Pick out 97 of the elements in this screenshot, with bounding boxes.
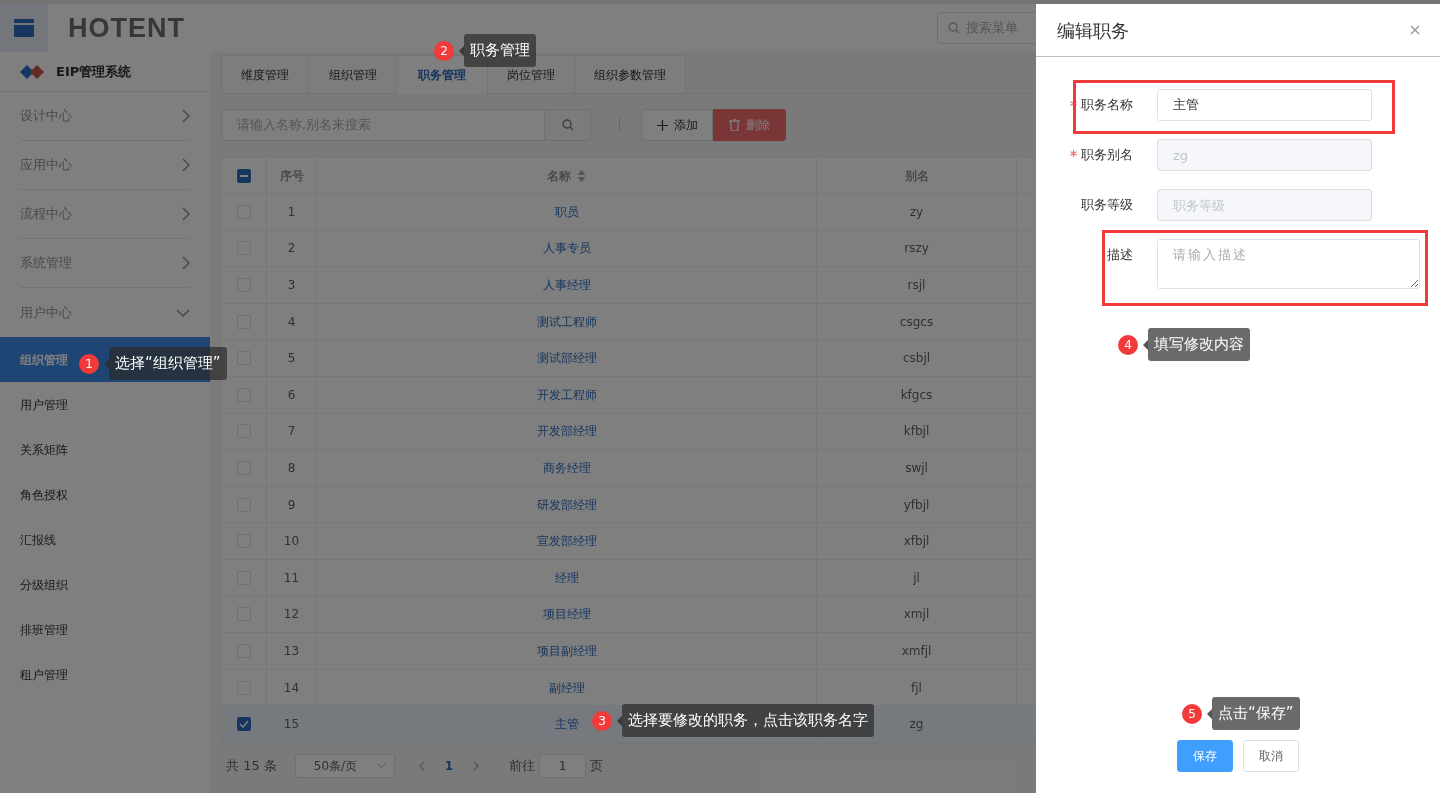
callout-tooltip: 填写修改内容 — [1148, 328, 1250, 361]
table-cell-text: 13 — [283, 642, 300, 660]
name-link[interactable]: 研发部经理 — [536, 495, 597, 514]
chevron-right-icon[interactable] — [473, 760, 480, 771]
page-number[interactable]: 1 — [444, 756, 454, 775]
name-link[interactable]: 宣发部经理 — [536, 532, 597, 551]
goto-label: 前往 — [509, 757, 536, 776]
name-link[interactable]: 项目经理 — [542, 605, 591, 624]
table-cell-text: 2 — [287, 240, 296, 258]
field-label: 职务别名 — [1036, 139, 1145, 171]
name-link[interactable]: 测试工程师 — [536, 312, 597, 331]
table-cell-text: 11 — [283, 569, 300, 587]
table-cell-text: xmfjl — [901, 642, 932, 660]
table-cell-text: csgcs — [899, 313, 934, 331]
tab[interactable]: 维度管理 — [221, 55, 309, 94]
sidebar-submenu-item[interactable]: 分级组织 — [0, 562, 210, 607]
sort-icon[interactable] — [577, 169, 586, 182]
save-button[interactable]: 保存 — [1177, 740, 1233, 772]
name-link[interactable]: 商务经理 — [542, 458, 591, 477]
field-label: 职务等级 — [1080, 196, 1134, 214]
checkbox[interactable] — [237, 168, 251, 183]
name-link[interactable]: 开发部经理 — [536, 422, 597, 441]
table-cell-text: rszy — [904, 240, 929, 258]
sidebar-submenu-item[interactable]: 用户管理 — [0, 382, 210, 427]
page-size-select[interactable]: 50条/页 — [294, 753, 395, 778]
chevron-right-icon — [182, 207, 190, 221]
plus-icon — [656, 119, 668, 131]
table-cell-text: yfbjl — [903, 496, 930, 514]
table-cell-text: 3 — [287, 277, 296, 294]
system-title: EIP管理系统 — [56, 62, 132, 81]
sidebar-submenu-item[interactable]: 汇报线 — [0, 517, 210, 562]
field-label: 描述 — [1106, 246, 1134, 264]
chevron-down-icon — [376, 763, 386, 769]
checkbox[interactable] — [237, 717, 251, 732]
table-cell-text: 8 — [287, 459, 296, 477]
table-cell-text: rsjl — [907, 277, 926, 294]
add-button[interactable]: 添加 — [641, 109, 713, 141]
table-cell-text: 4 — [287, 313, 296, 331]
chevron-right-icon — [182, 256, 190, 270]
chevron-right-icon — [182, 158, 190, 172]
table-cell-text: swjl — [905, 459, 928, 477]
chevron-right-icon — [182, 109, 190, 123]
name-link[interactable]: 人事专员 — [542, 239, 591, 258]
name-link[interactable]: 开发工程师 — [536, 385, 597, 404]
table-cell-text: kfbjl — [903, 423, 930, 441]
close-icon[interactable] — [1410, 25, 1420, 35]
chevron-left-icon[interactable] — [418, 760, 425, 771]
table-cell-text: 12 — [283, 606, 300, 624]
search-icon — [948, 22, 960, 34]
chevron-down-icon — [176, 308, 190, 317]
trash-icon — [729, 119, 740, 131]
name-link[interactable]: 人事经理 — [542, 276, 591, 294]
search-icon — [561, 119, 574, 131]
diamond-logo-icon — [20, 64, 44, 79]
menu-icon — [13, 18, 35, 38]
table-cell-text: csbjl — [902, 350, 931, 368]
page-input[interactable]: 1 — [539, 753, 587, 778]
delete-button[interactable]: 删除 — [713, 109, 786, 141]
total-count: 共 15 条 — [226, 757, 277, 776]
callout-tooltip: 选择“组织管理” — [109, 347, 227, 380]
table-cell-text: 6 — [287, 386, 296, 404]
table-cell-text: xfbjl — [903, 533, 930, 551]
callout-tooltip: 点击“保存” — [1212, 697, 1300, 730]
table-cell-text: 10 — [283, 533, 300, 551]
sidebar-submenu-item[interactable]: 角色授权 — [0, 472, 210, 517]
sidebar-submenu-item[interactable]: 排班管理 — [0, 607, 210, 652]
name-link[interactable]: 主管 — [554, 715, 579, 734]
table-cell-text: fjl — [911, 679, 922, 697]
table-cell-text: 14 — [283, 679, 300, 697]
table-cell-text: jl — [913, 569, 920, 587]
name-link[interactable]: 经理 — [554, 568, 579, 587]
table-cell-text: 5 — [287, 350, 296, 368]
description-field[interactable]: 请输入描述 — [1157, 239, 1420, 289]
cancel-button[interactable]: 取消 — [1243, 740, 1299, 772]
tab[interactable]: 组织参数管理 — [574, 55, 686, 94]
callout-tooltip: 选择要修改的职务，点击该职务名字 — [622, 704, 874, 737]
name-link[interactable]: 项目副经理 — [536, 641, 597, 660]
page-suffix: 页 — [590, 757, 604, 776]
table-cell-text: 9 — [287, 496, 296, 514]
name-link[interactable]: 测试部经理 — [536, 349, 597, 368]
table-cell-text: xmjl — [903, 606, 930, 624]
table-cell-text: zg — [909, 716, 924, 734]
callout-tooltip: 职务管理 — [464, 34, 536, 67]
table-cell-text: 1 — [287, 203, 296, 221]
sidebar-submenu-item[interactable]: 关系矩阵 — [0, 427, 210, 472]
field-label: 职务名称 — [1036, 89, 1145, 121]
menu-button[interactable] — [0, 4, 48, 52]
table-cell-text: 7 — [287, 423, 296, 441]
logo: HOTENT — [68, 11, 185, 45]
table-cell-text: 15 — [283, 716, 300, 734]
name-link[interactable]: 副经理 — [548, 678, 585, 697]
sidebar-submenu-item[interactable]: 租户管理 — [0, 652, 210, 697]
search-button[interactable] — [545, 109, 591, 141]
table-cell-text: zy — [909, 203, 924, 221]
input-field[interactable]: 主管 — [1157, 89, 1372, 121]
name-link[interactable]: 职员 — [554, 202, 579, 221]
table-cell-text: kfgcs — [900, 386, 933, 404]
